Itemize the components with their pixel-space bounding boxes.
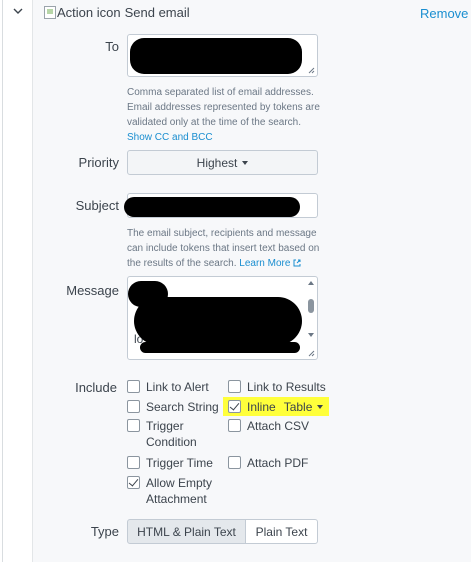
- chevron-down-icon[interactable]: [12, 5, 24, 17]
- checkbox-search-string[interactable]: [127, 400, 140, 413]
- checkbox-label: Trigger Condition: [146, 418, 197, 450]
- broken-image-icon: [44, 6, 56, 19]
- include-trigger-time[interactable]: Trigger Time: [127, 455, 213, 471]
- checkbox-trigger-condition[interactable]: [127, 419, 140, 432]
- learn-more-label: Learn More: [239, 258, 291, 269]
- action-header: Action icon Send email: [44, 5, 190, 20]
- message-scrollbar[interactable]: [306, 278, 316, 344]
- type-plain-text[interactable]: Plain Text: [245, 519, 318, 544]
- resize-grip-icon[interactable]: [308, 67, 315, 74]
- to-help: Comma separated list of email addresses.…: [127, 85, 327, 145]
- external-link-icon: [293, 259, 301, 267]
- learn-more-link[interactable]: Learn More: [239, 258, 301, 269]
- subject-help-line: The email subject, recipients and messag…: [127, 228, 317, 239]
- include-trigger-condition[interactable]: Trigger Condition: [127, 418, 197, 450]
- type-label: Type: [90, 524, 119, 539]
- label-line: Condition: [146, 435, 197, 449]
- checkbox-label: Link to Results: [247, 380, 326, 394]
- action-icon-alt-text: Action icon: [57, 5, 121, 20]
- label-line: Attachment: [146, 492, 207, 506]
- checkbox-label: Inline: [247, 400, 276, 414]
- to-label: To: [105, 39, 119, 54]
- checkbox-attach-csv[interactable]: [228, 419, 241, 432]
- priority-dropdown[interactable]: Highest: [127, 150, 318, 175]
- checkbox-attach-pdf[interactable]: [228, 456, 241, 469]
- redaction-to: [130, 38, 302, 74]
- caret-down-icon: [242, 160, 249, 165]
- subject-label: Subject: [75, 198, 119, 213]
- checkbox-label: Attach CSV: [247, 419, 310, 433]
- include-link-to-results[interactable]: Link to Results: [228, 379, 326, 395]
- redaction-message-2: [134, 297, 302, 345]
- checkbox-label: Trigger Time: [146, 456, 213, 470]
- include-search-string[interactable]: Search String: [127, 399, 219, 415]
- show-cc-bcc-link[interactable]: Show CC and BCC: [127, 130, 327, 145]
- inline-format-dropdown[interactable]: Table: [284, 399, 324, 415]
- checkbox-label: Attach PDF: [247, 456, 309, 470]
- to-help-line: Email addresses represented by tokens ar…: [127, 102, 320, 113]
- checkbox-link-to-alert[interactable]: [127, 380, 140, 393]
- checkbox-label: Search String: [146, 400, 219, 414]
- resize-grip-icon[interactable]: [308, 350, 315, 357]
- priority-label: Priority: [78, 155, 119, 170]
- action-title: Send email: [124, 5, 190, 20]
- left-border: [2, 0, 3, 562]
- checkbox-link-to-results[interactable]: [228, 380, 241, 393]
- include-attach-csv[interactable]: Attach CSV: [228, 418, 309, 434]
- label-line: Allow Empty: [146, 476, 213, 490]
- checkbox-allow-empty-attachment[interactable]: [127, 476, 140, 489]
- redaction-message-3: [140, 342, 300, 353]
- include-attach-pdf[interactable]: Attach PDF: [228, 455, 308, 471]
- checkbox-trigger-time[interactable]: [127, 456, 140, 469]
- subject-help-line: the results of the search.: [127, 258, 237, 269]
- checkbox-label: Link to Alert: [146, 380, 209, 394]
- to-help-line: Comma separated list of email addresses.: [127, 87, 314, 98]
- inline-format-value: Table: [283, 400, 313, 414]
- priority-value: Highest: [196, 155, 238, 170]
- include-link-to-alert[interactable]: Link to Alert: [127, 379, 209, 395]
- include-allow-empty-attachment[interactable]: Allow Empty Attachment: [127, 475, 212, 507]
- remove-link[interactable]: Remove: [420, 6, 468, 21]
- checkbox-label: Allow Empty Attachment: [146, 475, 212, 507]
- label-line: Trigger: [146, 419, 184, 433]
- subject-help-line: can include tokens that insert text base…: [127, 243, 320, 254]
- to-help-line: validated only at the time of the search…: [127, 117, 301, 128]
- checkbox-inline[interactable]: [228, 400, 241, 413]
- caret-down-icon: [317, 405, 324, 409]
- message-label: Message: [66, 283, 119, 298]
- type-html-plain-text[interactable]: HTML & Plain Text: [127, 519, 246, 544]
- include-label: Include: [75, 380, 117, 395]
- redaction-subject: [124, 197, 300, 217]
- subject-help: The email subject, recipients and messag…: [127, 226, 327, 271]
- include-inline[interactable]: Inline Table: [228, 399, 324, 415]
